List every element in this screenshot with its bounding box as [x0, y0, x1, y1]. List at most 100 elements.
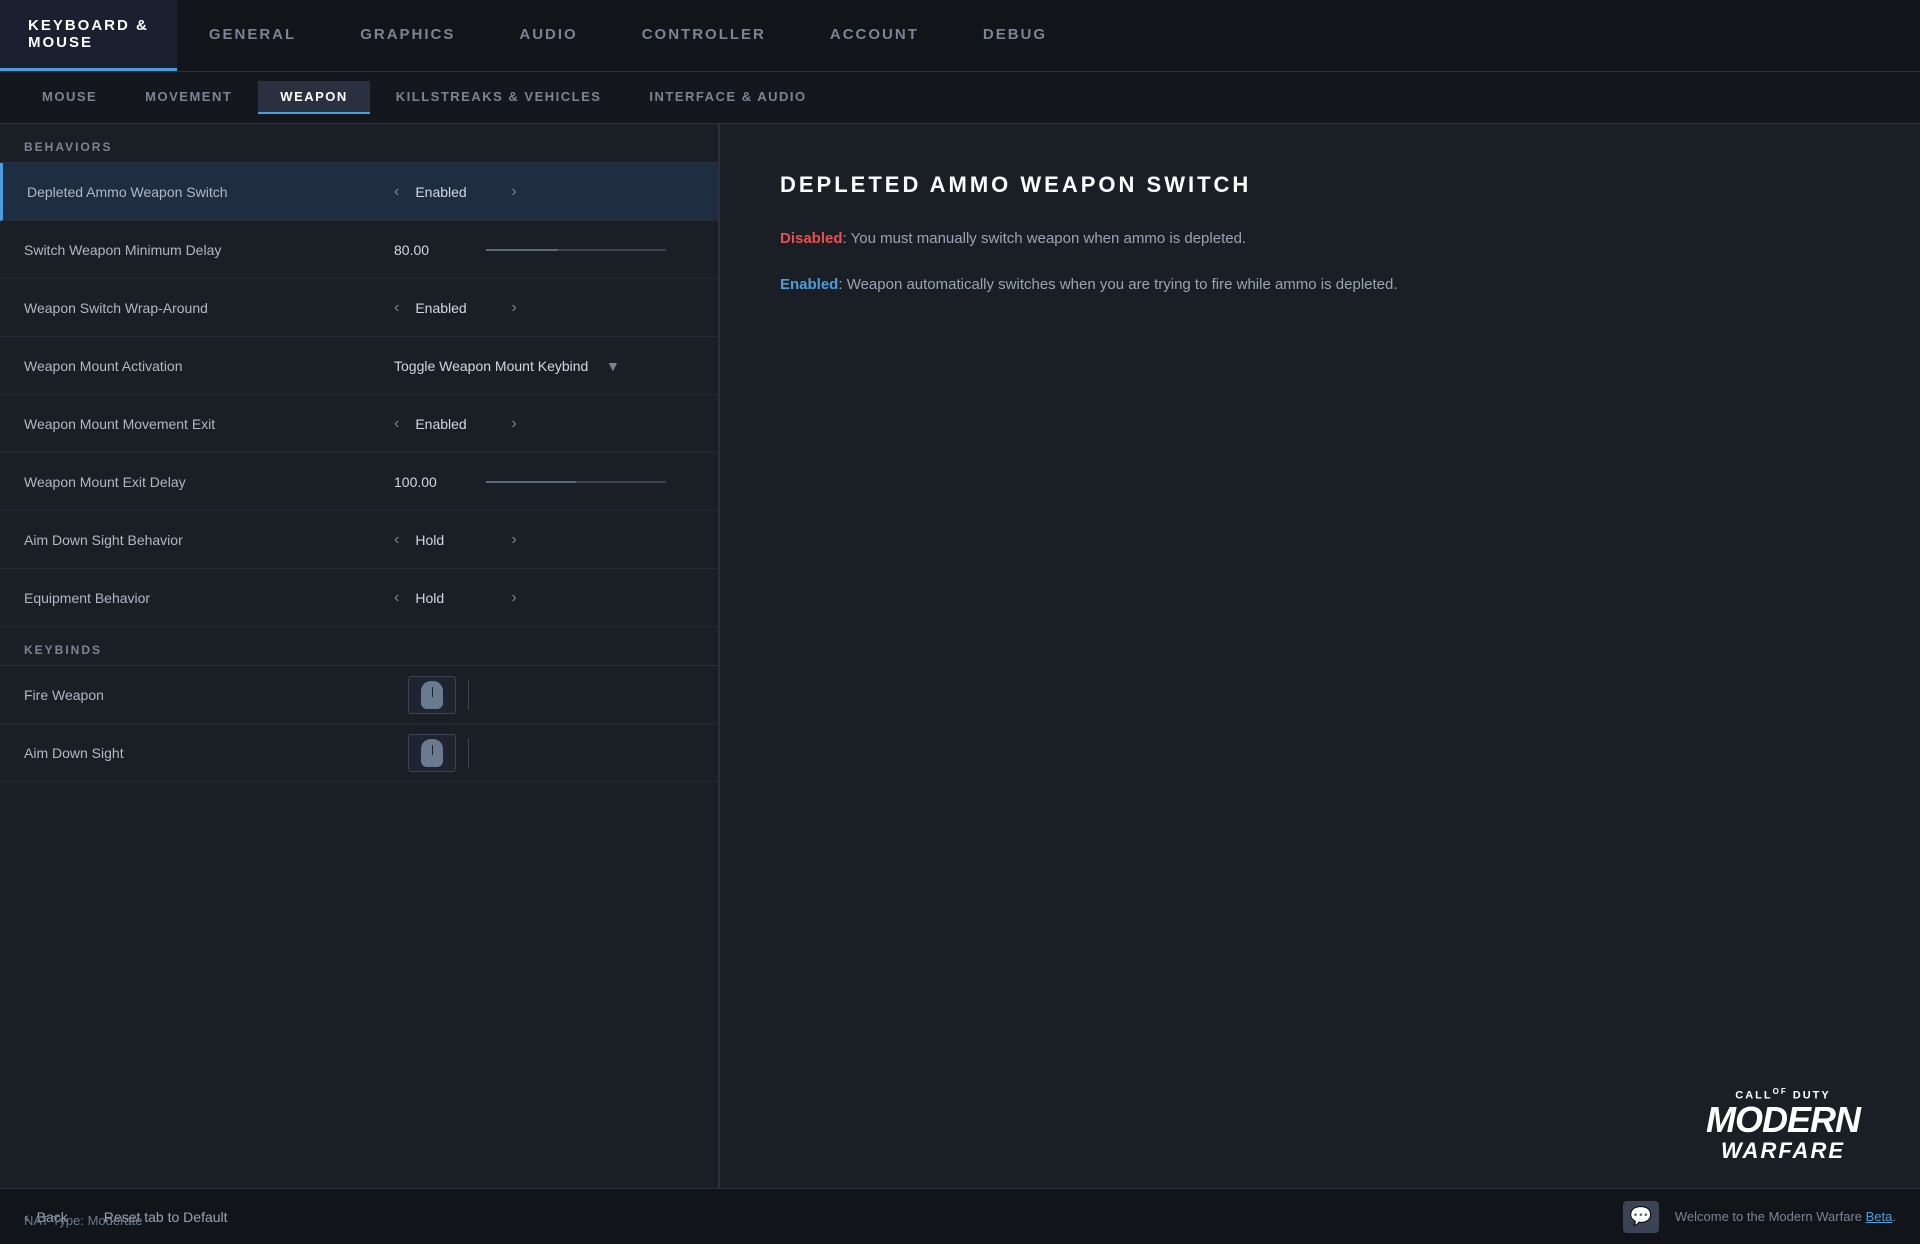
- arrow-left-icon[interactable]: ‹: [394, 183, 399, 201]
- mount-exit-delay-slider[interactable]: [486, 481, 666, 483]
- settings-panel: BEHAVIORS Depleted Ammo Weapon Switch ‹ …: [0, 124, 720, 1188]
- depleted-ammo-value: Enabled: [415, 184, 495, 200]
- setting-mount-activation[interactable]: Weapon Mount Activation Toggle Weapon Mo…: [0, 337, 718, 395]
- nav-account-label: ACCOUNT: [830, 26, 919, 43]
- chat-icon[interactable]: 💬: [1623, 1201, 1659, 1233]
- setting-mount-exit-delay-control: 100.00: [394, 474, 694, 490]
- equipment-arrow-left[interactable]: ‹: [394, 589, 399, 607]
- setting-switch-delay[interactable]: Switch Weapon Minimum Delay 80.00: [0, 221, 718, 279]
- switch-delay-fill: [486, 249, 558, 251]
- setting-aim-behavior-label: Aim Down Sight Behavior: [24, 532, 183, 548]
- welcome-message: NAT Type: Moderate Welcome to the Modern…: [1675, 1209, 1896, 1224]
- disabled-description: : You must manually switch weapon when a…: [843, 230, 1247, 247]
- setting-aim-behavior-control: ‹ Hold ›: [394, 531, 694, 549]
- nav-general-label: GENERAL: [209, 26, 296, 43]
- nav-keyboard-mouse-label: KEYBOARD &MOUSE: [28, 17, 149, 51]
- chat-bubble-icon: 💬: [1630, 1206, 1652, 1227]
- setting-mount-exit[interactable]: Weapon Mount Movement Exit ‹ Enabled ›: [0, 395, 718, 453]
- mount-exit-toggle-arrows[interactable]: ‹ Enabled ›: [394, 415, 517, 433]
- nav-audio[interactable]: AUDIO: [487, 0, 609, 71]
- setting-equipment-behavior-label: Equipment Behavior: [24, 590, 150, 606]
- enabled-description: : Weapon automatically switches when you…: [838, 276, 1397, 293]
- setting-wrap-around[interactable]: Weapon Switch Wrap-Around ‹ Enabled ›: [0, 279, 718, 337]
- detail-description-disabled: Disabled: You must manually switch weapo…: [780, 226, 1860, 252]
- nav-graphics-label: GRAPHICS: [360, 26, 455, 43]
- nav-general[interactable]: GENERAL: [177, 0, 328, 71]
- setting-mount-activation-control: Toggle Weapon Mount Keybind ▼: [394, 358, 694, 374]
- nav-controller[interactable]: CONTROLLER: [610, 0, 798, 71]
- setting-equipment-behavior-control: ‹ Hold ›: [394, 589, 694, 607]
- setting-depleted-ammo[interactable]: Depleted Ammo Weapon Switch ‹ Enabled ›: [0, 163, 718, 221]
- mount-exit-arrow-right[interactable]: ›: [511, 415, 516, 433]
- wrap-arrow-right[interactable]: ›: [511, 299, 516, 317]
- nat-type-label: NAT Type: Moderate: [24, 1213, 143, 1228]
- subnav-weapon[interactable]: WEAPON: [258, 81, 370, 114]
- equipment-toggle-arrows[interactable]: ‹ Hold ›: [394, 589, 517, 607]
- chevron-down-icon: ▼: [606, 358, 620, 374]
- mount-exit-arrow-left[interactable]: ‹: [394, 415, 399, 433]
- mouse-left-icon: [421, 681, 443, 709]
- nav-debug-label: DEBUG: [983, 26, 1047, 43]
- switch-delay-slider[interactable]: [486, 249, 666, 251]
- equipment-behavior-value: Hold: [415, 590, 495, 606]
- bottom-right-section: 💬 NAT Type: Moderate Welcome to the Mode…: [1623, 1201, 1896, 1233]
- equipment-arrow-right[interactable]: ›: [511, 589, 516, 607]
- aim-toggle-arrows[interactable]: ‹ Hold ›: [394, 531, 517, 549]
- detail-panel: DEPLETED AMMO WEAPON SWITCH Disabled: Yo…: [720, 124, 1920, 1188]
- nav-graphics[interactable]: GRAPHICS: [328, 0, 487, 71]
- aim-arrow-left[interactable]: ‹: [394, 531, 399, 549]
- disabled-label: Disabled: [780, 230, 843, 247]
- detail-title: DEPLETED AMMO WEAPON SWITCH: [780, 172, 1860, 198]
- aim-down-sight-slots: [404, 734, 477, 772]
- arrow-right-icon[interactable]: ›: [511, 183, 516, 201]
- detail-description-enabled: Enabled: Weapon automatically switches w…: [780, 272, 1860, 298]
- subnav-interface[interactable]: INTERFACE & AUDIO: [627, 81, 828, 114]
- setting-mount-activation-label: Weapon Mount Activation: [24, 358, 183, 374]
- beta-link[interactable]: Beta: [1866, 1209, 1893, 1224]
- setting-mount-exit-control: ‹ Enabled ›: [394, 415, 694, 433]
- fire-weapon-slots: [404, 676, 477, 714]
- setting-mount-exit-label: Weapon Mount Movement Exit: [24, 416, 215, 432]
- setting-depleted-ammo-label: Depleted Ammo Weapon Switch: [27, 184, 228, 200]
- subnav-mouse[interactable]: MOUSE: [20, 81, 119, 114]
- setting-aim-behavior[interactable]: Aim Down Sight Behavior ‹ Hold ›: [0, 511, 718, 569]
- keybind-fire-weapon-label: Fire Weapon: [24, 687, 404, 703]
- keybind-aim-down-sight-label: Aim Down Sight: [24, 745, 404, 761]
- wrap-arrow-left[interactable]: ‹: [394, 299, 399, 317]
- subnav-movement[interactable]: MOVEMENT: [123, 81, 254, 114]
- setting-wrap-around-label: Weapon Switch Wrap-Around: [24, 300, 208, 316]
- enabled-label: Enabled: [780, 276, 838, 293]
- nav-debug[interactable]: DEBUG: [951, 0, 1079, 71]
- wrap-around-value: Enabled: [415, 300, 495, 316]
- fire-weapon-key-primary[interactable]: [408, 676, 456, 714]
- nav-keyboard-mouse[interactable]: KEYBOARD &MOUSE: [0, 0, 177, 71]
- mount-exit-delay-fill: [486, 481, 576, 483]
- setting-mount-exit-delay[interactable]: Weapon Mount Exit Delay 100.00: [0, 453, 718, 511]
- nav-controller-label: CONTROLLER: [642, 26, 766, 43]
- setting-switch-delay-label: Switch Weapon Minimum Delay: [24, 242, 221, 258]
- aim-arrow-right[interactable]: ›: [511, 531, 516, 549]
- bottom-bar: ‹ Back Reset tab to Default 💬 NAT Type: …: [0, 1188, 1920, 1244]
- wrap-toggle-arrows[interactable]: ‹ Enabled ›: [394, 299, 517, 317]
- keybind-separator-2: [468, 738, 469, 768]
- switch-delay-value: 80.00: [394, 242, 474, 258]
- cod-warfare: WARFARE: [1706, 1138, 1860, 1164]
- nav-audio-label: AUDIO: [519, 26, 577, 43]
- subnav-killstreaks[interactable]: KILLSTREAKS & VEHICLES: [374, 81, 624, 114]
- nav-account[interactable]: ACCOUNT: [798, 0, 951, 71]
- cod-logo: CALLof DUTY MODERN WARFARE: [1706, 1087, 1860, 1164]
- keybind-separator: [468, 680, 469, 710]
- setting-equipment-behavior[interactable]: Equipment Behavior ‹ Hold ›: [0, 569, 718, 627]
- keybinds-section-header: KEYBINDS: [0, 627, 718, 666]
- mount-activation-dropdown[interactable]: Toggle Weapon Mount Keybind ▼: [394, 358, 620, 374]
- aim-down-sight-key-primary[interactable]: [408, 734, 456, 772]
- cod-modern: MODERN: [1706, 1102, 1860, 1138]
- mount-exit-delay-value: 100.00: [394, 474, 474, 490]
- keybind-fire-weapon[interactable]: Fire Weapon: [0, 666, 718, 724]
- sub-navigation: MOUSE MOVEMENT WEAPON KILLSTREAKS & VEHI…: [0, 72, 1920, 124]
- setting-wrap-around-control: ‹ Enabled ›: [394, 299, 694, 317]
- mount-activation-value: Toggle Weapon Mount Keybind: [394, 358, 594, 374]
- toggle-arrows[interactable]: ‹ Enabled ›: [394, 183, 517, 201]
- top-navigation: KEYBOARD &MOUSE GENERAL GRAPHICS AUDIO C…: [0, 0, 1920, 72]
- keybind-aim-down-sight[interactable]: Aim Down Sight: [0, 724, 718, 782]
